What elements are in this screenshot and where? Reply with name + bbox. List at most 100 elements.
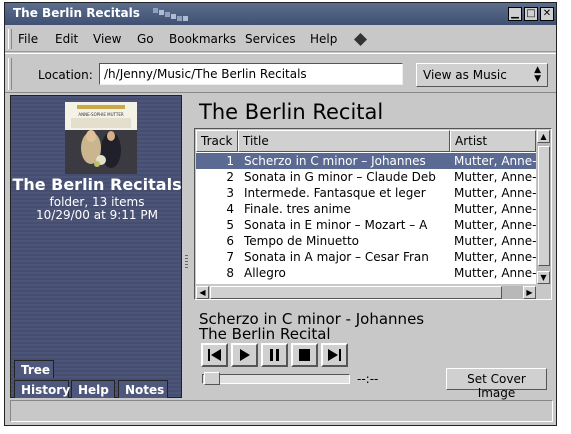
track-number: 7 [226,250,234,264]
minimize-button[interactable]: ▁ [508,7,522,21]
track-title: Sonata in E minor – Mozart – A [244,218,428,232]
album-cover-image: ANNE-SOPHIE MUTTER [65,102,137,174]
track-title: Finale. tres anime [244,202,351,216]
horizontal-scroll-thumb[interactable] [210,286,502,299]
maximize-icon: □ [526,8,536,19]
track-artist: Mutter, Anne- [454,266,536,280]
menu-edit[interactable]: Edit [55,32,78,46]
play-button[interactable] [231,343,258,367]
track-artist: Mutter, Anne- [454,250,536,264]
main-title: The Berlin Recital [199,100,384,124]
playback-slider[interactable] [202,374,350,384]
track-list: Track Title Artist 1 Scherzo in C minor –… [194,128,552,300]
scroll-down-icon[interactable]: ▼ [537,271,550,284]
track-title: Sonata in A major – Cesar Fran [244,250,429,264]
track-row[interactable]: 2 Sonata in G minor – Claude Deb Mutter, A… [196,169,536,185]
play-icon [240,349,250,361]
window-title: The Berlin Recitals [13,6,140,20]
nautilus-window: The Berlin Recitals ▁ □ ✕ File Edit View… [4,2,557,426]
track-number: 3 [226,186,234,200]
menu-bar: File Edit View Go Bookmarks Services Hel… [5,26,556,52]
menu-bookmarks[interactable]: Bookmarks [169,32,236,46]
tab-history[interactable]: History [14,380,70,398]
sidebar: ANNE-SOPHIE MUTTER The Berlin Recitals f… [10,95,182,398]
vertical-scroll-thumb[interactable] [538,146,550,266]
menu-go[interactable]: Go [137,32,154,46]
pause-icon [270,349,279,361]
view-as-label: View as Music [423,68,507,82]
now-playing: Scherzo in C minor - Johannes The Berlin… [199,312,424,342]
menubar-grip[interactable] [8,29,12,49]
menu-file[interactable]: File [18,32,38,46]
view-as-select[interactable]: View as Music ▲ ▼ [416,63,548,87]
tab-notes[interactable]: Notes [118,380,168,398]
track-title: Sonata in G minor – Claude Deb [244,170,436,184]
track-title: Allegro [244,266,286,280]
location-input[interactable]: /h/Jenny/Music/The Berlin Recitals [99,63,403,85]
close-icon: ✕ [542,8,552,19]
previous-button[interactable] [201,343,228,367]
sidebar-info-count: folder, 13 items [49,195,145,209]
track-title: Intermede. Fantasque et leger [244,186,426,200]
throbber-icon [354,33,367,46]
track-artist: Mutter, Anne- [454,218,536,232]
status-bar [10,400,553,422]
menu-help[interactable]: Help [310,32,337,46]
vertical-scrollbar[interactable]: ▲ ▼ [537,130,551,284]
column-header-title[interactable]: Title [238,130,450,152]
scroll-right-icon[interactable]: ▶ [523,286,536,299]
now-playing-album: The Berlin Recital [199,325,331,343]
pane-divider[interactable] [184,95,190,398]
locationbar-grip[interactable] [8,58,12,90]
track-row[interactable]: 8 Allegro Mutter, Anne- [196,265,536,281]
maximize-button[interactable]: □ [524,7,538,21]
divider-grip-icon [185,255,188,269]
sidebar-title: The Berlin Recitals [12,175,182,194]
track-row[interactable]: 5 Sonata in E minor – Mozart – A Mutter, A… [196,217,536,233]
track-number: 4 [226,202,234,216]
tab-help[interactable]: Help [71,380,115,398]
title-bar[interactable]: The Berlin Recitals ▁ □ ✕ [5,3,556,25]
column-header-artist[interactable]: Artist [450,130,536,152]
track-number: 5 [226,218,234,232]
track-row[interactable]: 3 Intermede. Fantasque et leger Mutter, An… [196,185,536,201]
playback-slider-knob[interactable] [204,372,220,385]
location-bar: Location: /h/Jenny/Music/The Berlin Reci… [5,53,556,93]
track-row[interactable]: 7 Sonata in A major – Cesar Fran Mutter, A… [196,249,536,265]
track-number: 6 [226,234,234,248]
track-artist: Mutter, Anne- [454,154,536,168]
track-title: Scherzo in C minor – Johannes [244,154,426,168]
track-row[interactable]: 6 Tempo de Minuetto Mutter, Anne- [196,233,536,249]
time-display: --:-- [357,372,379,386]
titlebar-decoration-icon [153,8,188,21]
scroll-left-icon[interactable]: ◀ [196,286,209,299]
track-artist: Mutter, Anne- [454,170,536,184]
menu-services[interactable]: Services [245,32,296,46]
location-label: Location: [38,68,93,82]
skip-back-icon [208,349,221,361]
column-header-track[interactable]: Track [196,130,238,152]
track-row[interactable]: 1 Scherzo in C minor – Johannes Mutter, An… [196,153,536,169]
skip-forward-icon [328,349,341,361]
next-button[interactable] [321,343,348,367]
sidebar-info-date: 10/29/00 at 9:11 PM [36,208,158,222]
track-title: Tempo de Minuetto [244,234,359,248]
tab-tree[interactable]: Tree [14,360,54,378]
album-art-artist: ANNE-SOPHIE MUTTER [78,112,124,117]
track-artist: Mutter, Anne- [454,202,536,216]
pause-button[interactable] [261,343,288,367]
track-list-area: Track Title Artist 1 Scherzo in C minor –… [196,130,536,284]
track-number: 1 [226,154,234,168]
stop-icon [299,349,310,361]
track-number: 8 [226,266,234,280]
album-art: ANNE-SOPHIE MUTTER [65,102,137,174]
select-arrows-icon: ▲ ▼ [534,65,541,84]
set-cover-image-button[interactable]: Set Cover Image [446,368,547,400]
minimize-icon: ▁ [511,8,519,19]
close-button[interactable]: ✕ [540,7,554,21]
stop-button[interactable] [291,343,318,367]
menu-view[interactable]: View [93,32,121,46]
scroll-up-icon[interactable]: ▲ [537,130,550,143]
track-row[interactable]: 4 Finale. tres anime Mutter, Anne- [196,201,536,217]
horizontal-scrollbar[interactable]: ◀ ▶ [196,286,536,299]
